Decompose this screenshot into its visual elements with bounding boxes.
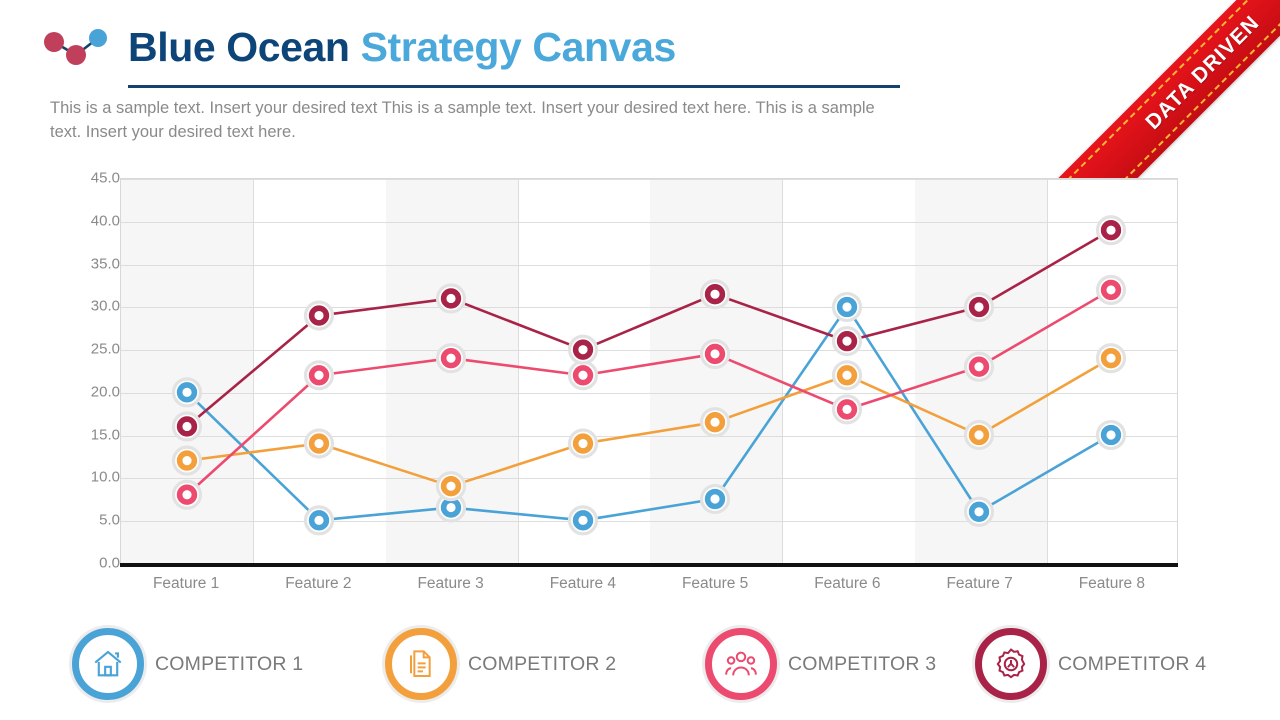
strategy-canvas-chart: 0.0 5.0 10.0 15.0 20.0 25.0 30.0 35.0 40.0 45.0 F… xyxy=(0,170,1280,600)
chart-data-point-marker[interactable] xyxy=(699,483,731,515)
chart-data-point-marker[interactable] xyxy=(699,338,731,369)
chart-data-point-marker[interactable] xyxy=(1095,215,1127,246)
chart-data-point-marker[interactable] xyxy=(171,445,203,476)
slide-root: Blue Ocean Strategy Canvas This is a sam… xyxy=(0,0,1280,720)
legend-item-label: COMPETITOR 1 xyxy=(155,652,304,675)
people-group-icon xyxy=(705,628,777,700)
x-axis-tick-label: Feature 1 xyxy=(152,575,220,592)
x-axis-tick-label: Feature 3 xyxy=(417,575,484,592)
chart-data-point-marker[interactable] xyxy=(699,407,731,438)
page-title: Blue Ocean Strategy Canvas xyxy=(128,18,676,76)
y-axis-tick-label: 45.0 xyxy=(90,169,120,187)
chart-series-svg xyxy=(171,215,1127,536)
chart-data-point-marker[interactable] xyxy=(963,351,995,382)
legend-item-competitor-3[interactable]: COMPETITOR 3 xyxy=(705,628,936,700)
chart-data-point-marker[interactable] xyxy=(435,471,467,502)
chart-data-point-marker[interactable] xyxy=(567,334,599,365)
title-primary: Blue Ocean xyxy=(128,24,361,70)
legend-item-label: COMPETITOR 2 xyxy=(468,652,617,675)
document-icon xyxy=(385,628,457,700)
chart-series-line xyxy=(186,305,1112,522)
chart-data-point-marker[interactable] xyxy=(303,360,335,391)
y-axis-tick-label: 5.0 xyxy=(99,511,120,529)
chart-data-point-marker[interactable] xyxy=(831,291,863,323)
chart-legend: COMPETITOR 1 COMPETITOR 2 COMPETITOR 3 COMP… xyxy=(0,628,1280,708)
chart-data-point-marker[interactable] xyxy=(963,496,995,527)
chart-data-point-marker[interactable] xyxy=(567,360,599,391)
legend-item-competitor-4[interactable]: COMPETITOR 4 xyxy=(975,628,1206,700)
chart-plot-area xyxy=(120,178,1178,563)
y-axis-tick-label: 40.0 xyxy=(90,212,120,230)
title-secondary: Strategy Canvas xyxy=(360,24,677,70)
x-axis-labels: Feature 1 Feature 2 Feature 3 Feature 4 Feat… xyxy=(120,575,1178,605)
y-axis-labels: 0.0 5.0 10.0 15.0 20.0 25.0 30.0 35.0 40.0 45.0 xyxy=(55,169,120,572)
x-axis-baseline xyxy=(120,563,1178,567)
chart-data-point-marker[interactable] xyxy=(435,343,467,374)
chart-data-point-marker[interactable] xyxy=(831,326,863,357)
x-axis-tick-label: Feature 8 xyxy=(1078,575,1146,592)
chart-data-point-marker[interactable] xyxy=(567,505,599,536)
chart-data-point-marker[interactable] xyxy=(699,279,731,310)
line-chart-dots-logo-icon xyxy=(38,28,120,68)
chart-data-point-marker[interactable] xyxy=(303,428,335,459)
ribbon-label: DATA DRIVEN xyxy=(1141,11,1265,135)
chart-data-point-marker[interactable] xyxy=(171,479,203,510)
x-axis-tick-label: Feature 4 xyxy=(549,575,617,592)
chart-data-point-marker[interactable] xyxy=(963,291,995,323)
legend-item-label: COMPETITOR 4 xyxy=(1058,652,1207,675)
x-axis-tick-label: Feature 2 xyxy=(285,575,352,592)
gear-icon xyxy=(975,628,1047,700)
chart-data-point-marker[interactable] xyxy=(303,300,335,331)
chart-data-point-marker[interactable] xyxy=(1095,274,1127,305)
y-axis-tick-label: 0.0 xyxy=(99,554,120,572)
title-underline xyxy=(128,85,900,88)
chart-data-point-marker[interactable] xyxy=(171,377,203,408)
legend-item-label: COMPETITOR 3 xyxy=(788,652,937,675)
y-axis-tick-label: 25.0 xyxy=(90,340,120,358)
y-axis-tick-label: 30.0 xyxy=(90,297,120,315)
chart-data-point-marker[interactable] xyxy=(303,505,335,536)
chart-data-point-marker[interactable] xyxy=(171,411,203,442)
chart-data-point-marker[interactable] xyxy=(1095,419,1127,451)
y-axis-tick-label: 35.0 xyxy=(90,255,120,273)
x-axis-tick-label: Feature 5 xyxy=(681,575,749,592)
house-icon xyxy=(72,628,144,700)
legend-item-competitor-1[interactable]: COMPETITOR 1 xyxy=(72,628,303,700)
legend-item-competitor-2[interactable]: COMPETITOR 2 xyxy=(385,628,616,700)
chart-data-point-marker[interactable] xyxy=(1095,343,1127,374)
chart-data-point-marker[interactable] xyxy=(831,360,863,391)
chart-data-point-marker[interactable] xyxy=(567,428,599,459)
chart-data-point-marker[interactable] xyxy=(435,283,467,314)
x-axis-tick-label: Feature 7 xyxy=(946,575,1013,592)
x-axis-tick-label: Feature 6 xyxy=(814,575,881,592)
chart-data-point-marker[interactable] xyxy=(963,419,995,451)
y-axis-tick-label: 20.0 xyxy=(90,383,120,401)
subtitle-text: This is a sample text. Insert your desir… xyxy=(50,99,875,141)
y-axis-tick-label: 10.0 xyxy=(90,468,120,486)
y-axis-tick-label: 15.0 xyxy=(90,426,120,444)
chart-data-point-marker[interactable] xyxy=(831,394,863,425)
